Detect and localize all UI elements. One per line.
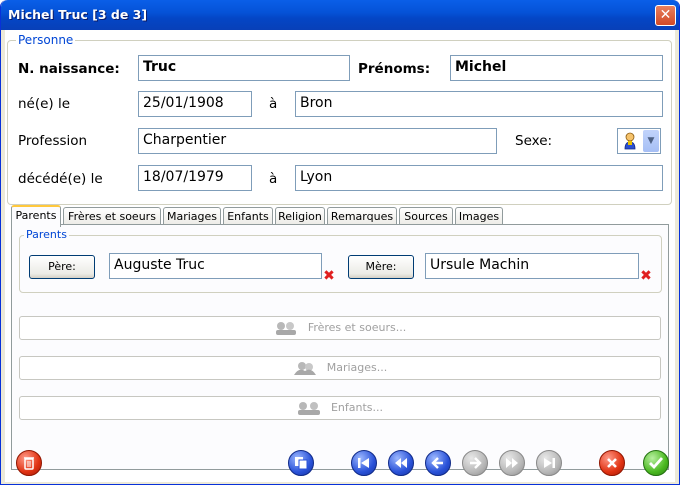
first-record-icon xyxy=(358,458,369,468)
tab-enfants[interactable]: Enfants xyxy=(223,207,273,225)
nom-label: N. naissance: xyxy=(18,61,120,77)
rewind-button[interactable] xyxy=(388,450,414,476)
previous-button[interactable] xyxy=(425,450,451,476)
last-record-button[interactable] xyxy=(536,450,562,476)
prenoms-field[interactable]: Michel xyxy=(450,55,663,81)
next-button[interactable] xyxy=(462,450,488,476)
profession-field[interactable]: Charpentier xyxy=(138,128,497,154)
fast-forward-button[interactable] xyxy=(499,450,525,476)
person-dialog: Michel Truc [3 de 3] ✕ Personne N. naiss… xyxy=(0,0,680,485)
tab-images[interactable]: Images xyxy=(455,207,503,225)
cancel-icon xyxy=(607,458,617,468)
tab-freres[interactable]: Frères et soeurs xyxy=(63,207,161,225)
deces-date-field[interactable]: 18/07/1979 xyxy=(138,165,252,191)
pere-field[interactable]: Auguste Truc xyxy=(109,253,322,279)
mere-button[interactable]: Mère: xyxy=(348,255,414,279)
trash-icon xyxy=(24,457,34,470)
tab-mariages[interactable]: Mariages xyxy=(163,207,221,225)
rewind-icon xyxy=(395,458,407,468)
copy-icon xyxy=(295,457,308,470)
window-title: Michel Truc [3 de 3] xyxy=(8,7,148,22)
sexe-select[interactable]: ▼ xyxy=(617,128,661,154)
clear-pere-icon[interactable]: ✖ xyxy=(323,269,335,283)
first-record-button[interactable] xyxy=(351,450,377,476)
naissance-lieu-field[interactable]: Bron xyxy=(295,91,663,117)
mere-field[interactable]: Ursule Machin xyxy=(425,253,639,279)
next-icon xyxy=(470,457,482,469)
parents-legend: Parents xyxy=(24,228,69,241)
siblings-icon xyxy=(274,321,298,335)
profession-label: Profession xyxy=(18,133,88,149)
tab-remarques[interactable]: Remarques xyxy=(327,207,397,225)
pere-button[interactable]: Père: xyxy=(29,255,95,279)
tab-parents[interactable]: Parents xyxy=(11,205,61,227)
enfants-shortcut-label: Enfants... xyxy=(330,401,384,414)
chevron-down-icon[interactable]: ▼ xyxy=(643,130,659,152)
fast-forward-icon xyxy=(506,458,518,468)
marriage-icon xyxy=(293,361,317,375)
cancel-button[interactable] xyxy=(599,450,625,476)
deces-label: décédé(e) le xyxy=(18,171,103,187)
ne-label: né(e) le xyxy=(18,96,71,112)
mariages-shortcut-button[interactable]: Mariages... xyxy=(19,356,661,380)
deces-lieu-field[interactable]: Lyon xyxy=(295,165,663,191)
deces-a-label: à xyxy=(269,171,278,187)
copy-button[interactable] xyxy=(288,450,314,476)
clear-mere-icon[interactable]: ✖ xyxy=(640,269,652,283)
freres-shortcut-label: Frères et soeurs... xyxy=(307,321,407,334)
close-button[interactable]: ✕ xyxy=(655,5,676,26)
sexe-label: Sexe: xyxy=(515,133,553,149)
male-person-icon xyxy=(622,132,638,150)
prenoms-label: Prénoms: xyxy=(358,61,431,77)
delete-button[interactable] xyxy=(16,450,42,476)
nom-field[interactable]: Truc xyxy=(138,55,350,81)
naissance-a-label: à xyxy=(269,96,278,112)
previous-icon xyxy=(431,457,443,469)
title-bar[interactable]: Michel Truc [3 de 3] ✕ xyxy=(1,0,679,30)
mariages-shortcut-label: Mariages... xyxy=(326,361,388,374)
tab-religion[interactable]: Religion xyxy=(275,207,325,225)
naissance-date-field[interactable]: 25/01/1908 xyxy=(138,91,252,117)
parents-tab-panel: Parents Père: Auguste Truc ✖ Mère: Ursul… xyxy=(11,224,669,470)
enfants-shortcut-button[interactable]: Enfants... xyxy=(19,396,661,420)
personne-legend: Personne xyxy=(16,33,76,47)
ok-icon xyxy=(649,457,664,470)
last-record-icon xyxy=(544,458,555,468)
ok-button[interactable] xyxy=(643,450,669,476)
dialog-body: Personne N. naissance: Truc Prénoms: Mic… xyxy=(5,30,675,482)
tab-sources[interactable]: Sources xyxy=(399,207,453,225)
children-icon xyxy=(297,401,321,415)
freres-shortcut-button[interactable]: Frères et soeurs... xyxy=(19,316,661,340)
